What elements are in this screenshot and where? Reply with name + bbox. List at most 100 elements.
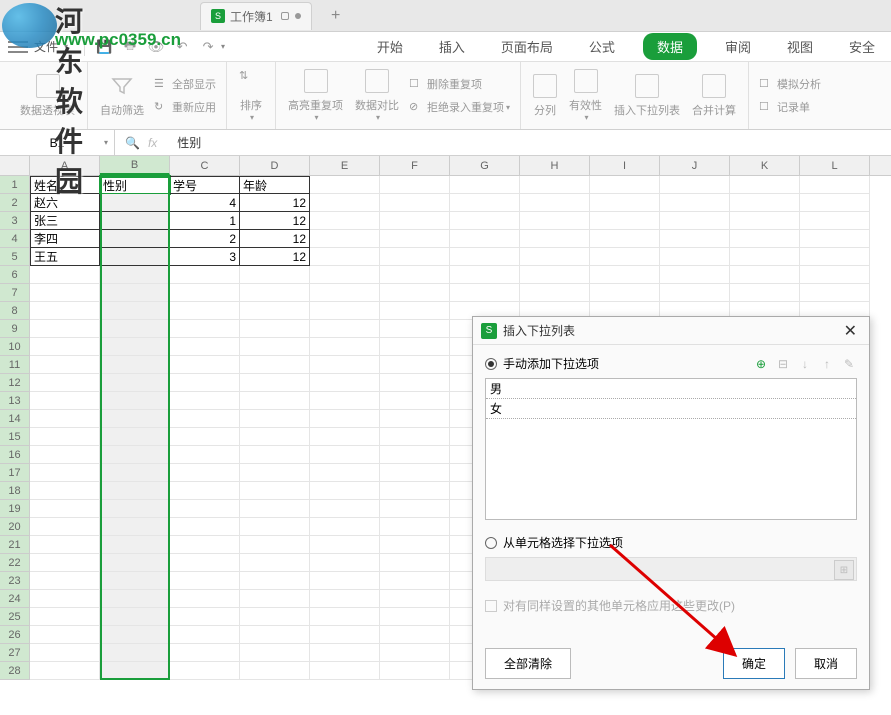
cell[interactable] bbox=[240, 500, 310, 518]
cell[interactable] bbox=[660, 230, 730, 248]
cell[interactable] bbox=[240, 302, 310, 320]
row-header[interactable]: 22 bbox=[0, 554, 30, 572]
simulate-button[interactable]: ☐模拟分析 bbox=[755, 74, 825, 94]
save-icon[interactable]: 💾 bbox=[95, 38, 113, 56]
row-header[interactable]: 8 bbox=[0, 302, 30, 320]
cell[interactable] bbox=[590, 248, 660, 266]
cell[interactable] bbox=[170, 554, 240, 572]
cell[interactable] bbox=[240, 464, 310, 482]
col-header-a[interactable]: A bbox=[30, 156, 100, 175]
row-header[interactable]: 5 bbox=[0, 248, 30, 266]
cell[interactable] bbox=[450, 284, 520, 302]
cell[interactable] bbox=[800, 230, 870, 248]
cell[interactable] bbox=[240, 572, 310, 590]
cell[interactable] bbox=[100, 572, 170, 590]
ok-button[interactable]: 确定 bbox=[723, 648, 785, 679]
cell[interactable] bbox=[30, 644, 100, 662]
tab-security[interactable]: 安全 bbox=[841, 33, 883, 60]
cell[interactable] bbox=[100, 518, 170, 536]
row-header[interactable]: 28 bbox=[0, 662, 30, 680]
cell[interactable] bbox=[240, 338, 310, 356]
cell[interactable] bbox=[730, 230, 800, 248]
cell[interactable] bbox=[380, 518, 450, 536]
cell[interactable] bbox=[730, 212, 800, 230]
cell[interactable] bbox=[170, 266, 240, 284]
cell[interactable] bbox=[380, 248, 450, 266]
reapply-button[interactable]: ↻重新应用 bbox=[150, 97, 220, 117]
cell[interactable] bbox=[380, 212, 450, 230]
cell[interactable] bbox=[170, 284, 240, 302]
col-header-k[interactable]: K bbox=[730, 156, 800, 175]
cell[interactable] bbox=[380, 590, 450, 608]
cell[interactable] bbox=[310, 374, 380, 392]
cell[interactable] bbox=[380, 500, 450, 518]
cell[interactable] bbox=[800, 176, 870, 194]
cell[interactable] bbox=[450, 266, 520, 284]
cell[interactable] bbox=[800, 284, 870, 302]
cell[interactable] bbox=[30, 266, 100, 284]
cell[interactable] bbox=[520, 230, 590, 248]
cell[interactable] bbox=[310, 536, 380, 554]
cell[interactable] bbox=[30, 572, 100, 590]
cell[interactable] bbox=[310, 482, 380, 500]
cell[interactable] bbox=[380, 266, 450, 284]
row-header[interactable]: 25 bbox=[0, 608, 30, 626]
pivot-table-button[interactable]: 数据透视表 bbox=[14, 62, 81, 129]
cell[interactable] bbox=[380, 626, 450, 644]
cell[interactable] bbox=[100, 662, 170, 680]
cell[interactable] bbox=[100, 302, 170, 320]
cell[interactable] bbox=[310, 392, 380, 410]
cell[interactable] bbox=[100, 212, 170, 230]
row-header[interactable]: 12 bbox=[0, 374, 30, 392]
cell[interactable] bbox=[100, 536, 170, 554]
cell[interactable] bbox=[380, 392, 450, 410]
cell[interactable] bbox=[310, 572, 380, 590]
cell[interactable] bbox=[310, 320, 380, 338]
cell[interactable]: 性别 bbox=[100, 176, 170, 194]
cell[interactable] bbox=[170, 302, 240, 320]
move-down-icon[interactable]: ↓ bbox=[797, 356, 813, 372]
row-header[interactable]: 20 bbox=[0, 518, 30, 536]
cell[interactable] bbox=[450, 230, 520, 248]
radio-range[interactable] bbox=[485, 537, 497, 549]
row-header[interactable]: 21 bbox=[0, 536, 30, 554]
cell[interactable] bbox=[660, 176, 730, 194]
cell[interactable] bbox=[100, 356, 170, 374]
cell[interactable] bbox=[170, 626, 240, 644]
cell[interactable] bbox=[30, 608, 100, 626]
cell[interactable] bbox=[30, 410, 100, 428]
cell[interactable] bbox=[30, 554, 100, 572]
tab-data[interactable]: 数据 bbox=[643, 33, 697, 60]
row-header[interactable]: 2 bbox=[0, 194, 30, 212]
col-header-j[interactable]: J bbox=[660, 156, 730, 175]
file-menu[interactable]: 文件 bbox=[34, 38, 58, 55]
cell[interactable] bbox=[240, 536, 310, 554]
cell[interactable] bbox=[30, 518, 100, 536]
cell[interactable]: 年龄 bbox=[240, 176, 310, 194]
col-header-g[interactable]: G bbox=[450, 156, 520, 175]
cell[interactable] bbox=[240, 392, 310, 410]
cell[interactable] bbox=[100, 266, 170, 284]
cell[interactable] bbox=[170, 572, 240, 590]
cell[interactable] bbox=[380, 176, 450, 194]
add-item-icon[interactable]: ⊕ bbox=[753, 356, 769, 372]
cell[interactable] bbox=[310, 338, 380, 356]
row-header[interactable]: 4 bbox=[0, 230, 30, 248]
fx-icon[interactable]: fx bbox=[148, 136, 157, 150]
cell[interactable] bbox=[380, 446, 450, 464]
cell[interactable] bbox=[170, 320, 240, 338]
cell[interactable] bbox=[240, 320, 310, 338]
cell[interactable] bbox=[310, 554, 380, 572]
cell[interactable] bbox=[100, 284, 170, 302]
cell[interactable] bbox=[590, 230, 660, 248]
row-header[interactable]: 11 bbox=[0, 356, 30, 374]
cell[interactable] bbox=[380, 428, 450, 446]
cell[interactable] bbox=[310, 626, 380, 644]
cell[interactable] bbox=[520, 194, 590, 212]
row-header[interactable]: 3 bbox=[0, 212, 30, 230]
workbook-tab[interactable]: S 工作簿1 bbox=[200, 2, 312, 30]
cell[interactable] bbox=[30, 320, 100, 338]
cell[interactable]: 赵六 bbox=[30, 194, 100, 212]
row-header[interactable]: 9 bbox=[0, 320, 30, 338]
col-header-e[interactable]: E bbox=[310, 156, 380, 175]
